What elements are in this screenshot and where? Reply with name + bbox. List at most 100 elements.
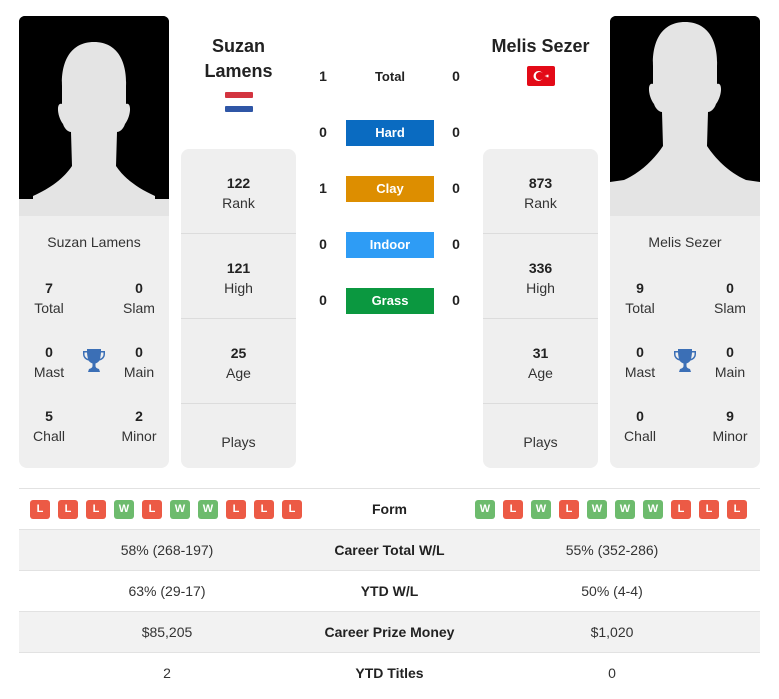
trophy-icon — [83, 349, 105, 372]
career-wl-label: Career Total W/L — [334, 542, 445, 558]
player2-challenger-titles: 0 Chall — [624, 408, 656, 444]
player2-form-badge-loss[interactable]: L — [699, 500, 719, 519]
player1-form: LLLWLWWLLL — [30, 500, 302, 519]
player1-form-badge-win[interactable]: W — [198, 500, 218, 519]
h2h-indoor-player1: 0 — [319, 236, 327, 252]
h2h-clay-player1: 1 — [319, 180, 327, 196]
player1-titles-card: Suzan Lamens 7 Total 0 Slam 0 Mast 0 Main 5C… — [19, 216, 169, 468]
turkey-flag-icon — [526, 66, 555, 86]
player1-masters-titles: 0 Mast — [33, 344, 65, 380]
player2-form-badge-win[interactable]: W — [587, 500, 607, 519]
player2-form-badge-win[interactable]: W — [643, 500, 663, 519]
player1-form-badge-win[interactable]: W — [170, 500, 190, 519]
h2h-row-clay: 1 Clay 0 — [305, 176, 475, 202]
player1-form-badge-loss[interactable]: L — [58, 500, 78, 519]
player1-ytd-titles: 2 — [163, 665, 171, 681]
player2-form-badge-loss[interactable]: L — [727, 500, 747, 519]
career-wl-row: 58% (268-197) Career Total W/L 55% (352-… — [19, 530, 760, 571]
h2h-row-indoor: 0 Indoor 0 — [305, 232, 475, 258]
player1-slam-titles: 0 Slam — [123, 280, 155, 316]
player2-rank: 873 Rank — [483, 149, 598, 234]
player2-slam-titles: 0 Slam — [714, 280, 746, 316]
form-label: Form — [372, 501, 407, 517]
player1-header: Suzan Lamens — [181, 34, 296, 112]
h2h-row-grass: 0 Grass 0 — [305, 288, 475, 314]
player2-photo — [610, 16, 760, 216]
player1-prize-money: $85,205 — [141, 624, 193, 640]
player1-form-badge-loss[interactable]: L — [30, 500, 50, 519]
player1-form-badge-loss[interactable]: L — [282, 500, 302, 519]
h2h-grass-player2: 0 — [452, 292, 460, 308]
surface-clay-button[interactable]: Clay — [346, 176, 434, 202]
ytd-wl-row: 63% (29-17) YTD W/L 50% (4-4) — [19, 571, 760, 612]
h2h-grass-player1: 0 — [319, 292, 327, 308]
player2-form-badge-loss[interactable]: L — [671, 500, 691, 519]
avatar-silhouette-icon — [19, 16, 169, 216]
player2-masters-titles: 0 Mast — [624, 344, 656, 380]
player2-form: WLWLWWWLLL — [475, 500, 747, 519]
player2-age: 31 Age — [483, 319, 598, 404]
player2-plays: Plays — [523, 434, 558, 450]
player1-ranking-panel: 122 Rank 121 High 25 Age Plays — [181, 149, 296, 468]
player2-name[interactable]: Melis Sezer — [610, 234, 760, 250]
ytd-titles-row: 2 YTD Titles 0 — [19, 653, 760, 694]
player1-photo — [19, 16, 169, 216]
player1-total-titles: 7 Total — [34, 280, 64, 316]
prize-money-row: $85,205 Career Prize Money $1,020 — [19, 612, 760, 653]
surface-hard-button[interactable]: Hard — [346, 120, 434, 146]
player2-form-badge-win[interactable]: W — [475, 500, 495, 519]
player1-career-wl: 58% (268-197) — [120, 542, 214, 558]
h2h-row-hard: 0 Hard 0 — [305, 120, 475, 146]
player1-form-badge-loss[interactable]: L — [142, 500, 162, 519]
surface-indoor-button[interactable]: Indoor — [346, 232, 434, 258]
prize-money-label: Career Prize Money — [324, 624, 455, 640]
h2h-row-total: 1 Total 0 — [305, 64, 475, 90]
h2h-total-player1: 1 — [319, 68, 327, 84]
player2-ranking-panel: 873 Rank 336 High 31 Age Plays — [483, 149, 598, 468]
h2h-hard-player1: 0 — [319, 124, 327, 140]
player2-prize-money: $1,020 — [590, 624, 634, 640]
player2-form-badge-win[interactable]: W — [615, 500, 635, 519]
ytd-wl-label: YTD W/L — [360, 583, 419, 599]
player1-minor-titles: 2 Minor — [121, 408, 157, 444]
h2h-clay-player2: 0 — [452, 180, 460, 196]
comparison-table: LLLWLWWLLL Form WLWLWWWLLL 58% (268-197)… — [19, 488, 760, 694]
player1-form-badge-loss[interactable]: L — [226, 500, 246, 519]
player2-ytd-wl: 50% (4-4) — [581, 583, 643, 599]
player2-titles-card: Melis Sezer 9 Total 0 Slam 0 Mast 0 Main 0 Ch… — [610, 216, 760, 468]
player1-high: 121 High — [181, 234, 296, 319]
netherlands-flag-icon — [224, 92, 253, 112]
player1-form-badge-win[interactable]: W — [114, 500, 134, 519]
player1-header-name-last[interactable]: Lamens — [181, 59, 296, 84]
player2-header-name[interactable]: Melis Sezer — [483, 34, 598, 59]
player2-high: 336 High — [483, 234, 598, 319]
player1-main-titles: 0 Main — [123, 344, 155, 380]
ytd-titles-label: YTD Titles — [355, 665, 424, 681]
player2-header: Melis Sezer — [483, 34, 598, 86]
h2h-total-player2: 0 — [452, 68, 460, 84]
player1-rank: 122 Rank — [181, 149, 296, 234]
trophy-icon — [674, 349, 696, 372]
surface-total-label: Total — [374, 69, 406, 84]
surface-grass-button[interactable]: Grass — [346, 288, 434, 314]
player2-ytd-titles: 0 — [608, 665, 616, 681]
player1-header-name-first[interactable]: Suzan — [181, 34, 296, 59]
player2-form-badge-win[interactable]: W — [531, 500, 551, 519]
player1-form-badge-loss[interactable]: L — [86, 500, 106, 519]
player2-form-badge-loss[interactable]: L — [503, 500, 523, 519]
h2h-indoor-player2: 0 — [452, 236, 460, 252]
player1-age: 25 Age — [181, 319, 296, 404]
avatar-silhouette-icon — [610, 16, 760, 216]
player1-challenger-titles: 5 Chall — [33, 408, 65, 444]
player2-minor-titles: 9 Minor — [712, 408, 748, 444]
player1-name[interactable]: Suzan Lamens — [19, 234, 169, 250]
player1-ytd-wl: 63% (29-17) — [128, 583, 206, 599]
form-row: LLLWLWWLLL Form WLWLWWWLLL — [19, 489, 760, 530]
player2-main-titles: 0 Main — [714, 344, 746, 380]
player1-form-badge-loss[interactable]: L — [254, 500, 274, 519]
player1-plays: Plays — [221, 434, 256, 450]
h2h-hard-player2: 0 — [452, 124, 460, 140]
player2-career-wl: 55% (352-286) — [565, 542, 659, 558]
player2-form-badge-loss[interactable]: L — [559, 500, 579, 519]
player2-total-titles: 9 Total — [625, 280, 655, 316]
